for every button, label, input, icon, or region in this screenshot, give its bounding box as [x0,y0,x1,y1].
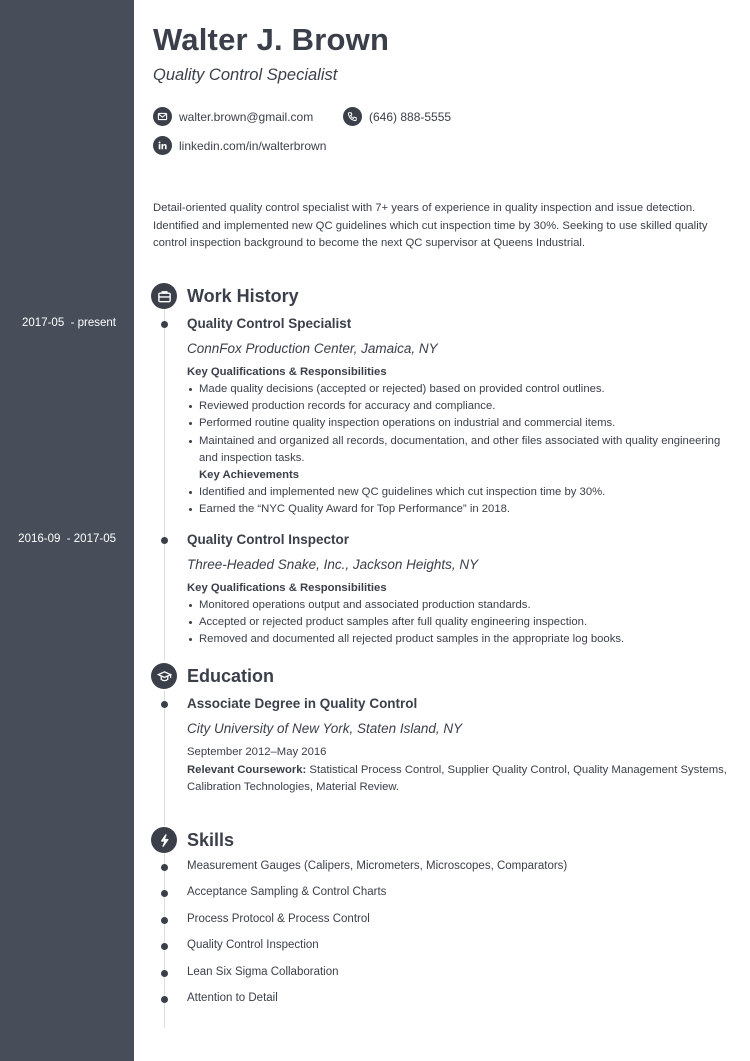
list-item: Maintained and organized all records, do… [187,433,737,467]
skill-item: Measurement Gauges (Calipers, Micrometer… [187,860,568,872]
email-text[interactable]: walter.brown@gmail.com [179,110,313,124]
timeline-line [164,308,165,660]
list-item: Performed routine quality inspection ope… [187,415,737,432]
job-title: Quality Control Specialist [187,316,352,331]
responsibilities-list: Made quality decisions (accepted or reje… [187,381,737,467]
section-title-work-history: Work History [187,286,299,306]
list-item: Reviewed production records for accuracy… [187,398,737,415]
skill-item: Process Protocol & Process Control [187,913,370,925]
timeline-line [164,690,165,826]
skill-item: Attention to Detail [187,992,278,1004]
sidebar: 2017-05 - present 2016-09 - 2017-05 [0,0,134,1061]
list-item: Monitored operations output and associat… [187,597,737,614]
contact-phone[interactable]: (646) 888-5555 [343,107,451,126]
list-item: Accepted or rejected product samples aft… [187,614,737,631]
profile-summary: Detail-oriented quality control speciali… [153,202,708,249]
job-dates: 2017-05 - present [22,317,116,329]
contact-email[interactable]: walter.brown@gmail.com [153,107,313,126]
job-entry: Quality Control Inspector Three-Headed S… [187,532,737,649]
linkedin-icon [153,136,172,155]
candidate-name: Walter J. Brown [153,22,390,57]
phone-icon [343,107,362,126]
qualifications-heading: Key Qualifications & Responsibilities [187,366,387,378]
skill-item: Quality Control Inspection [187,939,319,951]
list-item: Identified and implemented new QC guidel… [187,484,737,501]
briefcase-icon [151,283,177,309]
phone-text[interactable]: (646) 888-5555 [369,110,451,124]
skill-item: Acceptance Sampling & Control Charts [187,886,387,898]
list-item: Earned the “NYC Quality Award for Top Pe… [187,501,737,518]
contact-linkedin[interactable]: linkedin.com/in/walterbrown [153,136,326,155]
job-dates: 2016-09 - 2017-05 [18,533,116,545]
coursework: Relevant Coursework: Statistical Process… [187,762,737,797]
timeline-dot [161,321,168,328]
timeline-dot [161,890,168,897]
timeline-dot [161,864,168,871]
achievements-list: Identified and implemented new QC guidel… [187,484,737,518]
graduation-cap-icon [151,663,177,689]
job-company: ConnFox Production Center, Jamaica, NY [187,341,438,356]
achievements-heading: Key Achievements [199,469,300,482]
coursework-label: Relevant Coursework: [187,763,307,776]
degree-title: Associate Degree in Quality Control [187,696,418,711]
linkedin-text[interactable]: linkedin.com/in/walterbrown [179,139,326,153]
list-item: Made quality decisions (accepted or reje… [187,381,737,398]
timeline-dot [161,970,168,977]
timeline-dot [161,996,168,1003]
timeline-dot [161,537,168,544]
job-entry: Quality Control Specialist ConnFox Produ… [187,316,737,518]
lightning-bolt-icon [151,827,177,853]
envelope-icon [153,107,172,126]
qualifications-heading: Key Qualifications & Responsibilities [187,582,387,594]
timeline-dot [161,943,168,950]
responsibilities-list: Monitored operations output and associat… [187,597,737,649]
job-company: Three-Headed Snake, Inc., Jackson Height… [187,557,479,572]
section-title-skills: Skills [187,830,235,850]
timeline-dot [161,701,168,708]
skill-item: Lean Six Sigma Collaboration [187,966,339,978]
timeline-dot [161,917,168,924]
job-title: Quality Control Inspector [187,532,350,547]
education-entry: Associate Degree in Quality Control City… [187,696,737,797]
education-dates: September 2012–May 2016 [187,746,327,758]
section-title-education: Education [187,666,275,686]
school-name: City University of New York, Staten Isla… [187,721,463,736]
list-item: Removed and documented all rejected prod… [187,631,737,648]
candidate-title: Quality Control Specialist [153,66,338,84]
